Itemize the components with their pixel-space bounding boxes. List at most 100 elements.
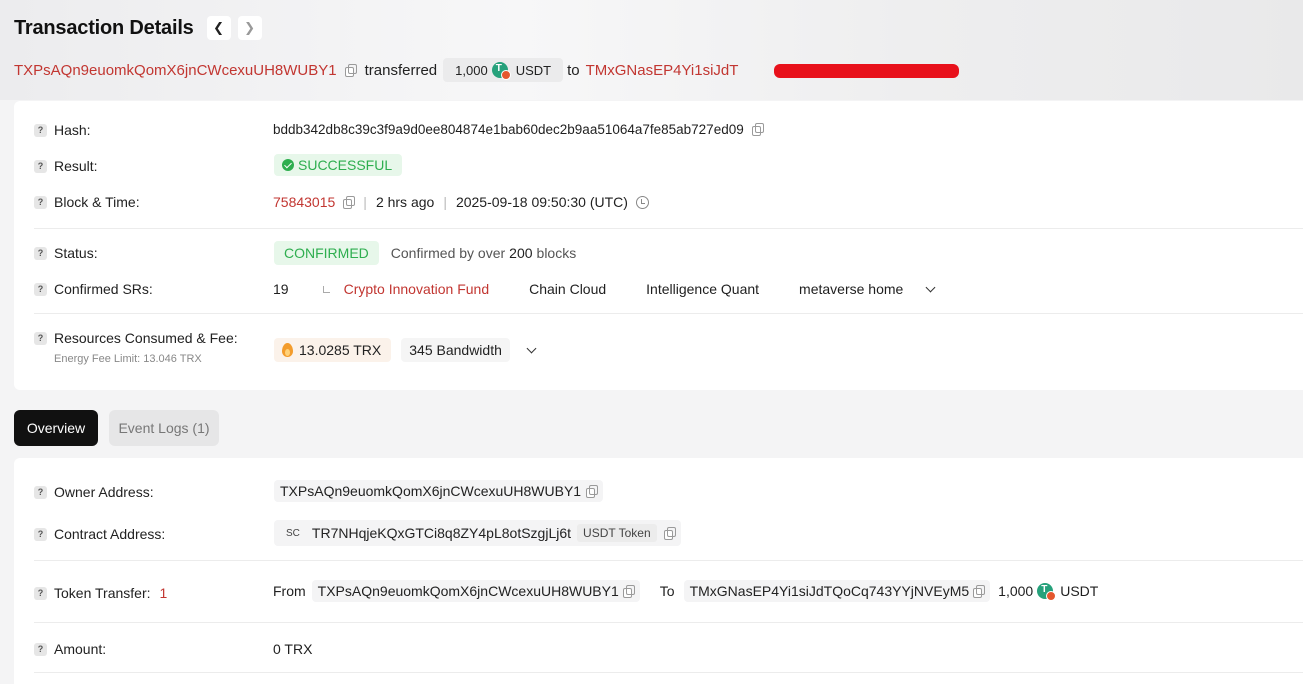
- from-word: From: [273, 583, 306, 599]
- check-circle-icon: [282, 159, 294, 171]
- token-transfer-count: 1: [159, 585, 168, 601]
- help-icon[interactable]: ?: [34, 586, 47, 600]
- energy-fee-limit: Energy Fee Limit: 13.046 TRX: [54, 353, 202, 365]
- help-icon[interactable]: ?: [34, 159, 47, 173]
- divider: [34, 672, 1303, 673]
- page-title: Transaction Details: [14, 16, 194, 39]
- block-time-row: ? Block & Time:: [34, 194, 140, 210]
- help-icon[interactable]: ?: [34, 246, 47, 260]
- separator: |: [363, 194, 367, 210]
- owner-address[interactable]: TXPsAQn9euomkQomX6jnCWcexuUH8WUBY1: [280, 483, 581, 499]
- time-ago: 2 hrs ago: [375, 194, 435, 210]
- summary-to-address[interactable]: TMxGNasEP4Yi1siJdT: [586, 62, 739, 79]
- amount-row: ? Amount:: [34, 641, 106, 657]
- prev-transaction-button[interactable]: ❮: [206, 16, 231, 40]
- tab-event-logs[interactable]: Event Logs (1): [109, 410, 219, 446]
- sr-item[interactable]: Chain Cloud: [529, 281, 606, 297]
- summary-token[interactable]: USDT: [516, 63, 551, 78]
- sr-item[interactable]: metaverse home: [799, 281, 903, 297]
- hash-value-group: bddb342db8c39c3f9a9d0ee804874e1bab60dec2…: [273, 122, 764, 137]
- token-transfer-label: Token Transfer:: [54, 585, 151, 601]
- chevron-down-icon[interactable]: [925, 282, 936, 292]
- help-icon[interactable]: ?: [34, 642, 47, 656]
- tab-overview[interactable]: Overview: [14, 410, 98, 446]
- help-icon[interactable]: ?: [34, 123, 47, 137]
- srs-count: 19: [273, 281, 289, 297]
- transfer-from-chip: TXPsAQn9euomkQomX6jnCWcexuUH8WUBY1: [311, 580, 640, 602]
- token-tag[interactable]: USDT Token: [577, 524, 657, 542]
- sr-item[interactable]: Intelligence Quant: [646, 281, 759, 297]
- confirmed-srs-row: ? Confirmed SRs:: [34, 281, 153, 297]
- help-icon[interactable]: ?: [34, 485, 47, 499]
- next-transaction-button[interactable]: ❯: [237, 16, 262, 40]
- contract-address-value-group: SC TR7NHqjeKQxGTCi8q8ZY4pL8otSzgjLj6t US…: [274, 520, 681, 546]
- confirmed-prefix: Confirmed by over: [390, 245, 506, 261]
- divider: [34, 622, 1303, 623]
- owner-address-label: Owner Address:: [54, 484, 154, 500]
- usdt-token-icon: [491, 62, 511, 80]
- result-label: Result:: [54, 158, 98, 174]
- result-badge: SUCCESSFUL: [274, 154, 403, 176]
- amount-label: Amount:: [54, 641, 107, 657]
- transfer-token[interactable]: USDT: [1060, 583, 1098, 599]
- timestamp: 2025-09-18 09:50:30 (UTC): [455, 194, 628, 210]
- confirmed-srs-value-group: 19 Crypto Innovation Fund Chain Cloud In…: [273, 281, 936, 297]
- divider: [34, 560, 1303, 561]
- result-value-group: SUCCESSFUL: [274, 154, 403, 176]
- timezone-switch-icon[interactable]: [635, 195, 649, 209]
- owner-address-value-group: TXPsAQn9euomkQomX6jnCWcexuUH8WUBY1: [274, 480, 604, 502]
- redaction-mark: [774, 64, 959, 78]
- copy-icon[interactable]: [663, 526, 676, 540]
- copy-icon[interactable]: [586, 484, 599, 498]
- hash-value: bddb342db8c39c3f9a9d0ee804874e1bab60dec2…: [273, 122, 744, 137]
- chevron-right-icon: ❯: [244, 20, 256, 35]
- summary-amount-pill: 1,000 USDT: [443, 58, 564, 82]
- owner-address-row: ? Owner Address:: [34, 484, 154, 500]
- copy-icon[interactable]: [622, 584, 635, 598]
- chevron-down-icon[interactable]: [526, 343, 537, 353]
- overview-card: ? Owner Address: TXPsAQn9euomkQomX6jnCWc…: [14, 458, 1303, 684]
- help-icon[interactable]: ?: [34, 527, 47, 541]
- contract-address[interactable]: TR7NHqjeKQxGTCi8q8ZY4pL8otSzgjLj6t: [312, 525, 571, 541]
- sr-item[interactable]: Crypto Innovation Fund: [344, 281, 490, 297]
- copy-icon[interactable]: [751, 123, 764, 136]
- hash-row: ? Hash:: [34, 122, 91, 138]
- help-icon[interactable]: ?: [34, 331, 47, 345]
- to-word: To: [659, 583, 675, 599]
- header-background: [0, 0, 1303, 100]
- hash-label: Hash:: [54, 122, 91, 138]
- status-row: ? Status:: [34, 245, 98, 261]
- status-label: Status:: [54, 245, 98, 261]
- help-icon[interactable]: ?: [34, 282, 47, 296]
- confirmed-suffix: blocks: [536, 245, 577, 261]
- fee-trx: 13.0285 TRX: [299, 342, 382, 358]
- transfer-to-address[interactable]: TMxGNasEP4Yi1siJdTQoCq743YYjNVEyM5: [690, 583, 970, 599]
- tree-branch-icon: [322, 285, 330, 293]
- contract-address-chip: SC TR7NHqjeKQxGTCi8q8ZY4pL8otSzgjLj6t US…: [274, 520, 681, 546]
- resources-value-group: 13.0285 TRX 345 Bandwidth: [274, 338, 537, 362]
- result-row: ? Result:: [34, 158, 98, 174]
- owner-address-chip: TXPsAQn9euomkQomX6jnCWcexuUH8WUBY1: [274, 480, 604, 502]
- sc-tag: SC: [280, 527, 306, 539]
- block-time-value-group: 75843015 | 2 hrs ago | 2025-09-18 09:50:…: [273, 194, 649, 210]
- contract-address-row: ? Contract Address:: [34, 526, 165, 542]
- transaction-details-card: ? Hash: bddb342db8c39c3f9a9d0ee804874e1b…: [14, 101, 1303, 390]
- summary-from-address[interactable]: TXPsAQn9euomkQomX6jnCWcexuUH8WUBY1: [14, 62, 337, 79]
- confirmed-srs-label: Confirmed SRs:: [54, 281, 153, 297]
- block-number-link[interactable]: 75843015: [273, 194, 335, 210]
- copy-icon[interactable]: [973, 584, 986, 598]
- summary-transferred-word: transferred: [364, 61, 438, 79]
- resources-label: Resources Consumed & Fee:: [54, 330, 238, 346]
- copy-icon[interactable]: [343, 195, 356, 209]
- copy-icon[interactable]: [344, 63, 357, 77]
- token-transfer-value-group: From TXPsAQn9euomkQomX6jnCWcexuUH8WUBY1 …: [273, 580, 1098, 602]
- transfer-summary: TXPsAQn9euomkQomX6jnCWcexuUH8WUBY1 trans…: [14, 58, 738, 82]
- summary-to-word: to: [567, 61, 580, 79]
- help-icon[interactable]: ?: [34, 195, 47, 209]
- status-value-group: CONFIRMED Confirmed by over 200 blocks: [274, 241, 576, 265]
- fire-icon: [282, 343, 293, 357]
- amount-value: 0 TRX: [273, 641, 313, 657]
- amount-value-group: 0 TRX: [273, 641, 312, 657]
- token-transfer-row: ? Token Transfer: 1: [34, 585, 167, 601]
- transfer-from-address[interactable]: TXPsAQn9euomkQomX6jnCWcexuUH8WUBY1: [318, 583, 619, 599]
